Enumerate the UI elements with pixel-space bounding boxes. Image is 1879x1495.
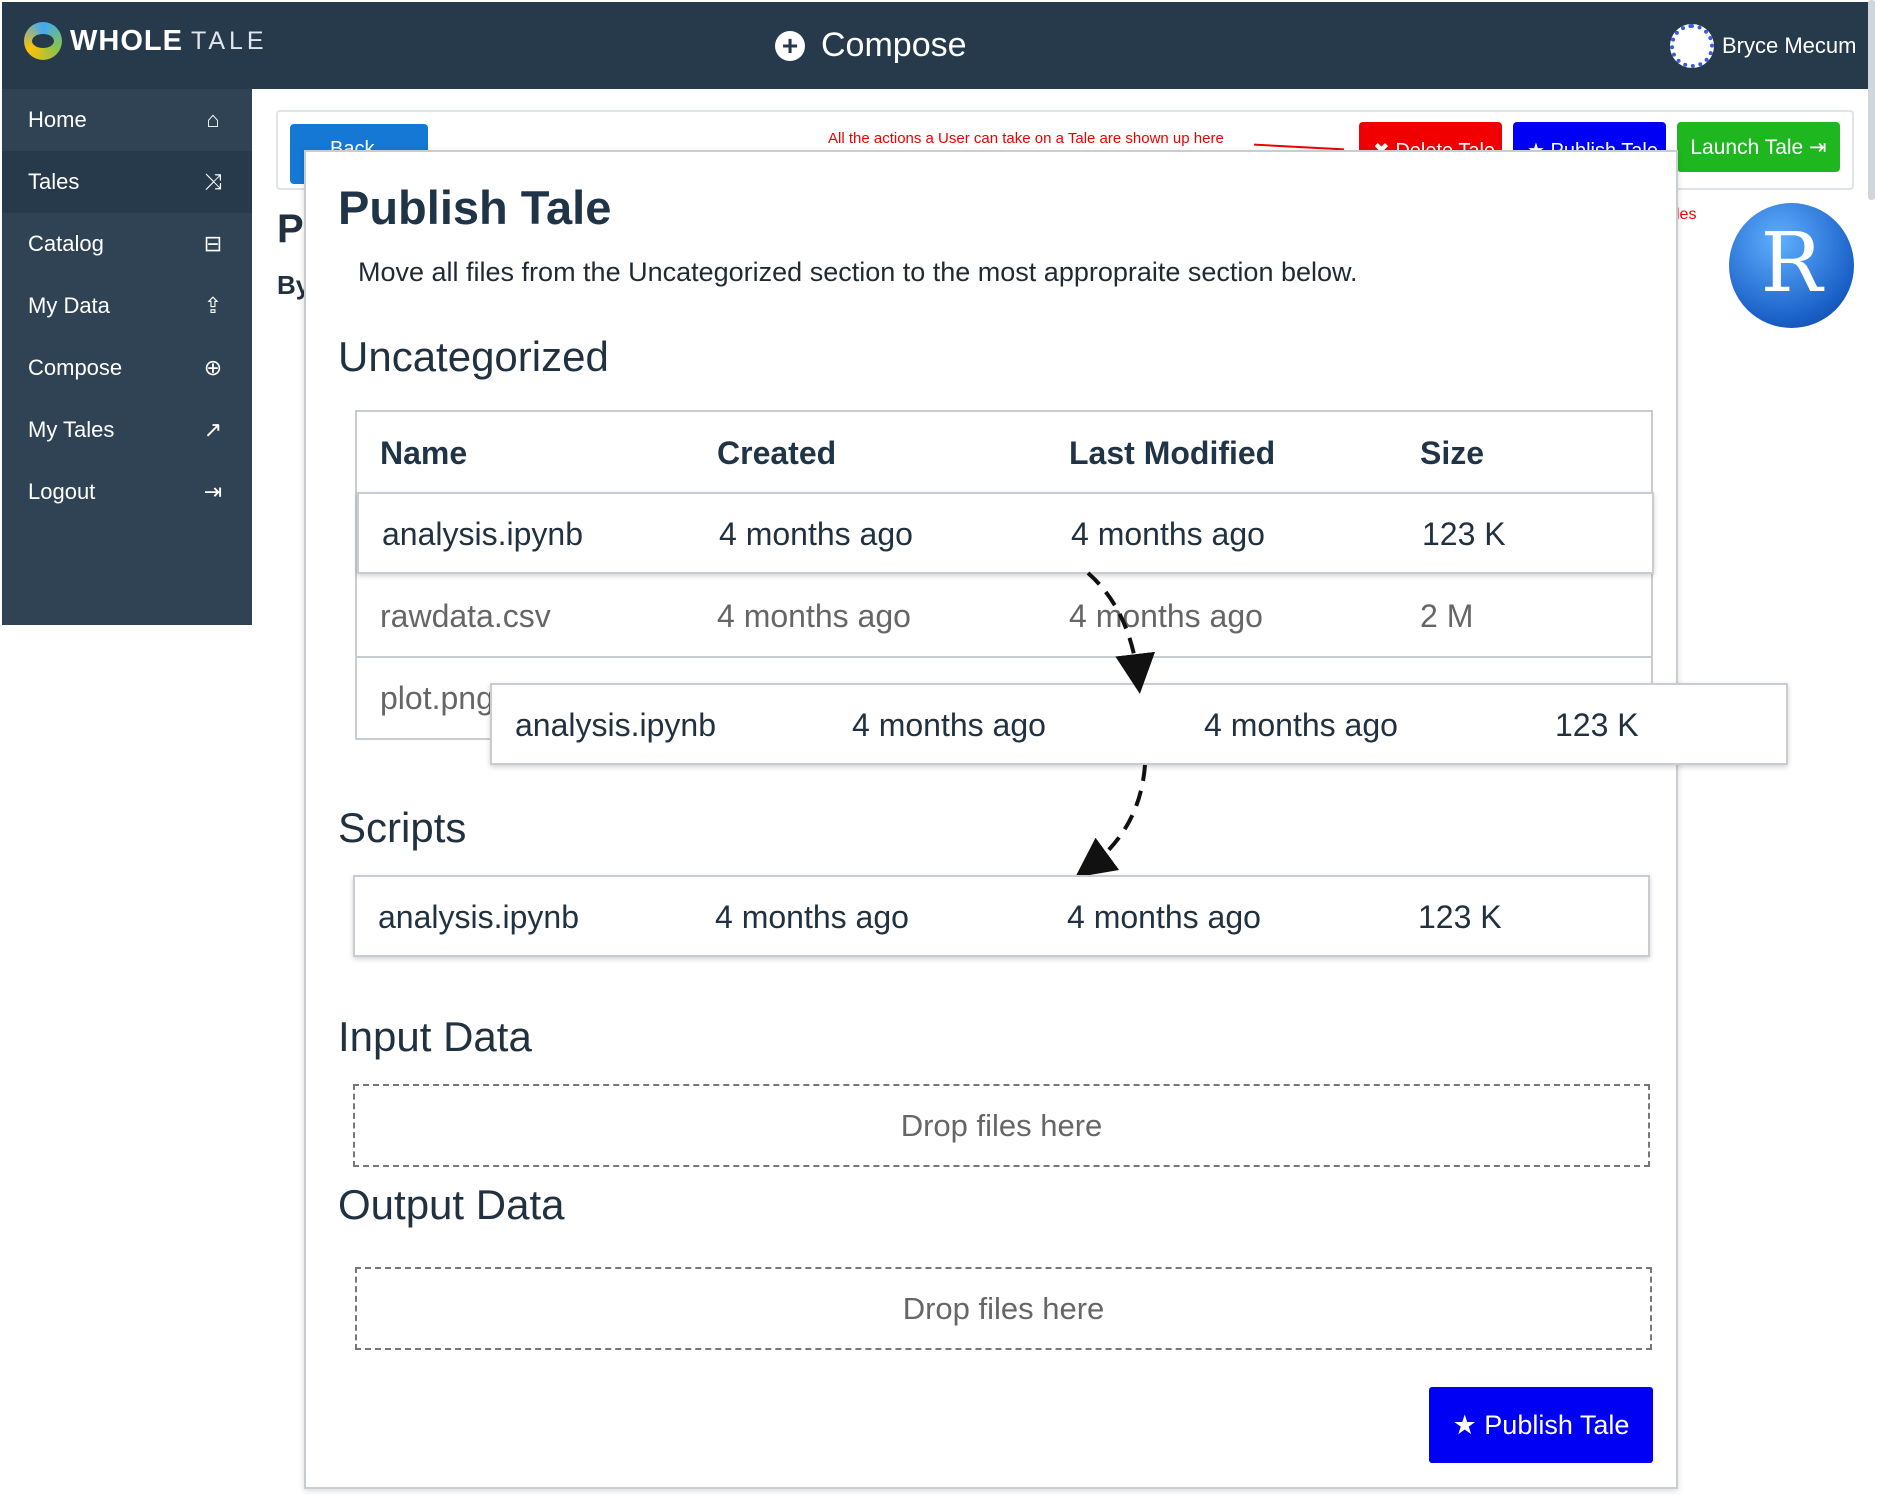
output-data-heading: Output Data	[338, 1181, 565, 1228]
input-data-heading: Input Data	[338, 1013, 532, 1060]
output-data-dropzone[interactable]: Drop files here	[355, 1267, 1652, 1350]
row-modified: 4 months ago	[1067, 899, 1261, 935]
drag-arrow-1	[1086, 571, 1156, 694]
row-name: analysis.ipynb	[378, 899, 579, 935]
publish-tale-button[interactable]: ★ Publish Tale	[1429, 1387, 1653, 1463]
table-row[interactable]: analysis.ipynb 4 months ago 4 months ago…	[378, 899, 1618, 936]
row-created: 4 months ago	[715, 899, 909, 935]
drag-arrow-2	[1075, 764, 1147, 878]
scripts-heading: Scripts	[338, 804, 467, 851]
row-size: 123 K	[1418, 899, 1502, 935]
input-data-dropzone[interactable]: Drop files here	[353, 1084, 1650, 1167]
